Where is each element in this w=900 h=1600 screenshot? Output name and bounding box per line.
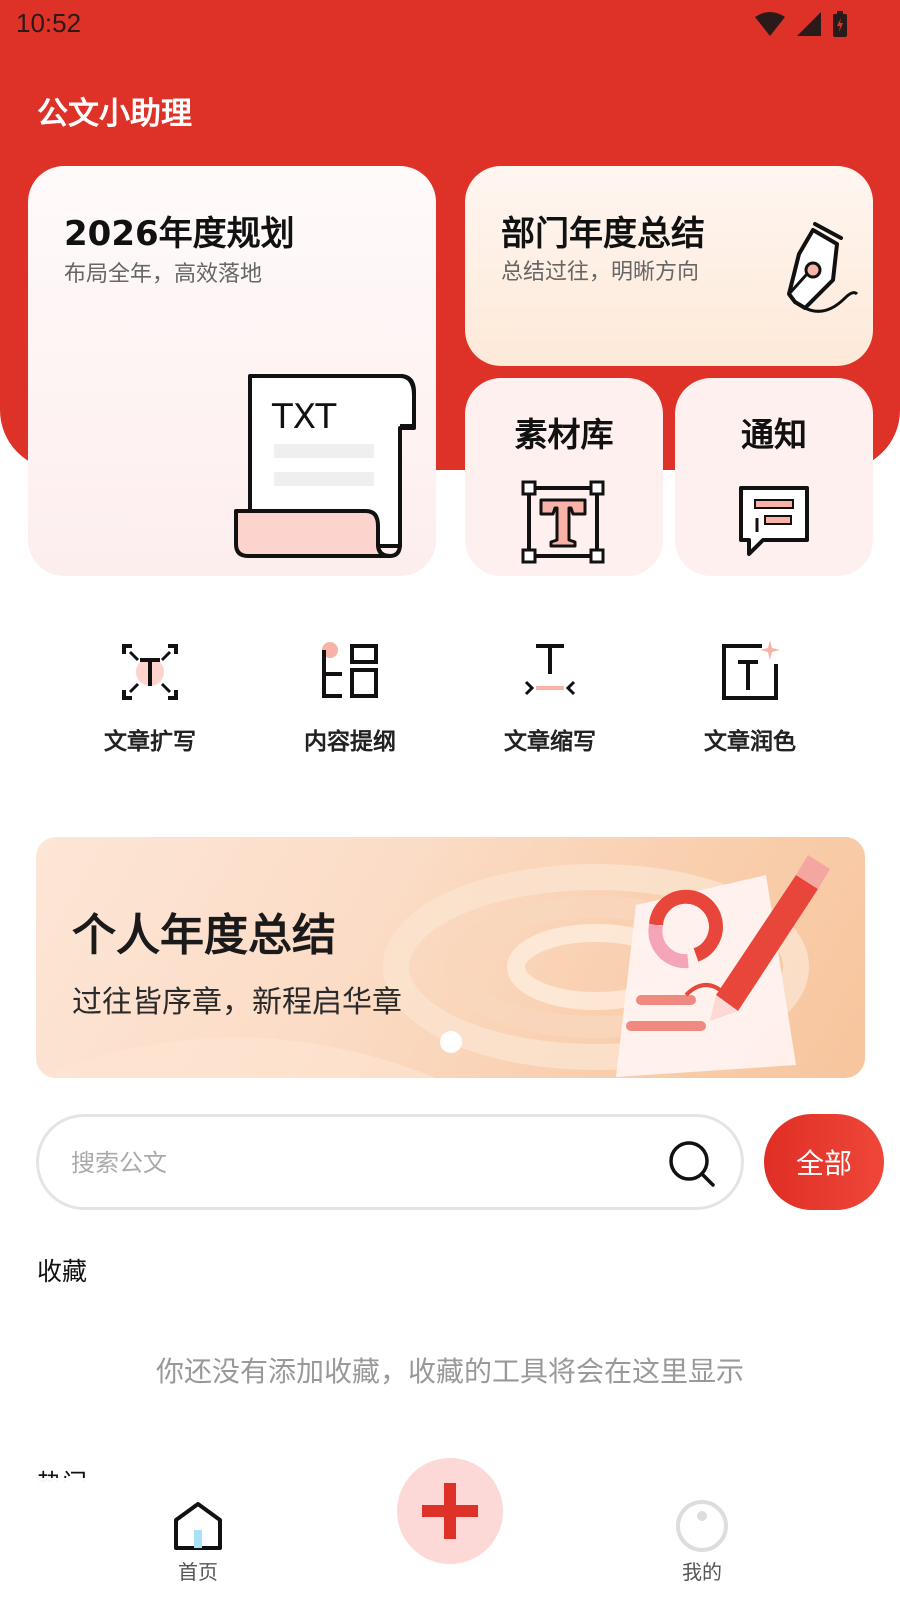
materials-card[interactable]: 素材库 (465, 378, 663, 576)
nav-mine-label: 我的 (682, 1560, 722, 1584)
outline-icon (322, 642, 378, 698)
txt-doc-label: TXT (271, 397, 336, 437)
search-input[interactable] (71, 1145, 631, 1181)
status-time: 10:52 (16, 8, 82, 38)
document-pencil-icon (616, 855, 830, 1077)
annual-plan-subtitle: 布局全年，高效落地 (64, 262, 263, 287)
materials-title: 素材库 (514, 415, 614, 454)
profile-icon (676, 1500, 728, 1552)
polish-text-icon (722, 640, 780, 700)
status-icons (754, 10, 848, 38)
plus-icon (422, 1483, 478, 1539)
tool-condense[interactable]: 文章缩写 (450, 640, 650, 756)
expand-text-icon (122, 644, 178, 700)
tool-condense-label: 文章缩写 (504, 729, 596, 755)
tool-outline-label: 内容提纲 (304, 729, 396, 755)
tool-polish[interactable]: 文章润色 (650, 640, 850, 756)
search-bar (36, 1114, 744, 1210)
carousel-indicator (440, 1031, 462, 1053)
dept-summary-card[interactable]: 部门年度总结 总结过往，明晰方向 (465, 166, 873, 366)
signal-icon (797, 12, 821, 36)
annual-plan-card[interactable]: 2026年度规划 布局全年，高效落地 TXT (28, 166, 436, 576)
annual-plan-title: 2026年度规划 (64, 214, 295, 254)
notice-card[interactable]: 通知 (675, 378, 873, 576)
favorites-heading: 收藏 (37, 1257, 88, 1286)
txt-document-icon: TXT (234, 374, 416, 559)
banner-title: 个人年度总结 (72, 910, 336, 961)
nav-home[interactable]: 首页 (128, 1478, 268, 1600)
dept-summary-subtitle: 总结过往，明晰方向 (501, 260, 700, 285)
notice-title: 通知 (741, 415, 807, 454)
tool-expand-label: 文章扩写 (104, 729, 196, 755)
create-button[interactable] (397, 1458, 503, 1564)
promo-banner[interactable]: 个人年度总结 过往皆序章，新程启华章 (36, 837, 865, 1078)
chat-message-icon (739, 486, 809, 556)
tool-shortcuts: 文章扩写 内容提纲 文章缩写 文章润色 (50, 640, 850, 756)
favorites-empty-text: 你还没有添加收藏，收藏的工具将会在这里显示 (155, 1355, 744, 1388)
nav-home-label: 首页 (178, 1560, 218, 1584)
dept-summary-title: 部门年度总结 (501, 214, 705, 254)
battery-icon (833, 11, 847, 37)
tool-outline[interactable]: 内容提纲 (250, 640, 450, 756)
status-bar: 10:52 (0, 0, 900, 50)
nav-mine[interactable]: 我的 (632, 1478, 772, 1600)
pen-nib-icon (787, 222, 859, 313)
search-icon[interactable] (667, 1139, 717, 1189)
text-frame-icon (521, 480, 605, 564)
app-title: 公文小助理 (37, 96, 192, 132)
home-icon (174, 1502, 222, 1550)
tool-polish-label: 文章润色 (704, 729, 796, 755)
wifi-icon (755, 12, 785, 36)
condense-text-icon (524, 644, 576, 696)
banner-subtitle: 过往皆序章，新程启华章 (72, 985, 402, 1020)
tool-expand[interactable]: 文章扩写 (50, 640, 250, 756)
filter-all-button[interactable]: 全部 (764, 1114, 884, 1210)
